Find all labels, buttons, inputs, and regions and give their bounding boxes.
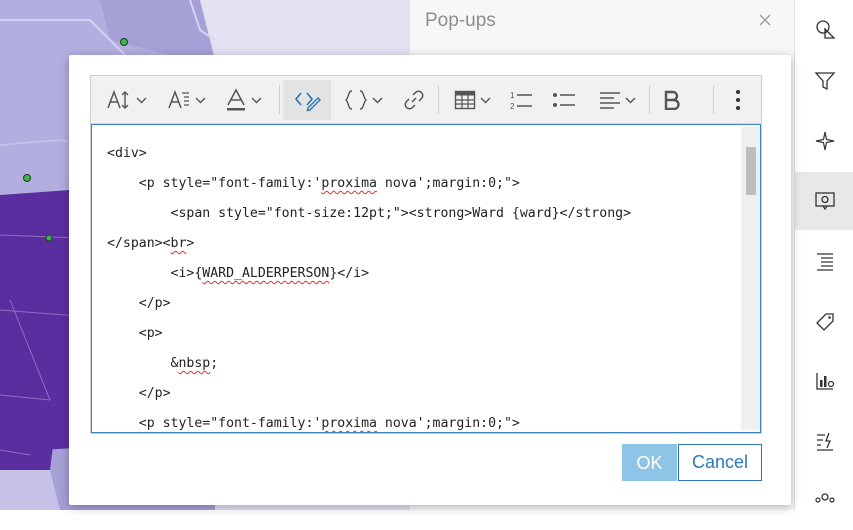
- code-line: <p>: [107, 326, 163, 341]
- more-icon[interactable]: [723, 80, 753, 120]
- label-tag-icon[interactable]: [795, 292, 853, 350]
- chart-settings-icon[interactable]: [795, 352, 853, 410]
- code-line: <i>{WARD_ALDERPERSON}</i>: [107, 266, 370, 281]
- sparkle-icon[interactable]: [795, 112, 853, 170]
- numbered-list-icon[interactable]: 12: [505, 80, 537, 120]
- editor-toolbar: 12: [91, 76, 761, 124]
- rich-text-editor: 12 <div> <p style="font-family:'proxima …: [90, 75, 762, 434]
- link-icon[interactable]: [396, 80, 432, 120]
- field-effects-icon[interactable]: [795, 412, 853, 470]
- heading-icon[interactable]: [163, 80, 209, 120]
- source-edit-icon[interactable]: [283, 80, 331, 120]
- scroll-thumb[interactable]: [746, 147, 756, 195]
- code-line: <p style="font-family:'proxima nova';mar…: [107, 176, 520, 191]
- svg-text:2: 2: [510, 102, 515, 111]
- code-line: </span><br>: [107, 236, 195, 251]
- font-color-icon[interactable]: [221, 80, 265, 120]
- scrollbar[interactable]: [741, 127, 760, 430]
- insert-expression-icon[interactable]: [339, 80, 387, 120]
- html-source-textarea[interactable]: <div> <p style="font-family:'proxima nov…: [91, 124, 761, 433]
- panel-title: Pop-ups: [425, 10, 496, 31]
- code-line: &nbsp;: [107, 356, 219, 371]
- list-settings-icon[interactable]: [795, 232, 853, 290]
- cancel-button[interactable]: Cancel: [678, 444, 762, 481]
- filter-icon[interactable]: [795, 52, 853, 110]
- code-line: <div>: [107, 146, 147, 161]
- align-icon[interactable]: [593, 80, 641, 120]
- code-line: </p>: [107, 386, 171, 401]
- font-size-icon[interactable]: [101, 80, 151, 120]
- close-icon[interactable]: [755, 10, 775, 32]
- code-line: </p>: [107, 296, 171, 311]
- bulleted-list-icon[interactable]: [547, 80, 581, 120]
- bold-icon[interactable]: [657, 80, 687, 120]
- html-editor-dialog: 12 <div> <p style="font-family:'proxima …: [69, 55, 791, 505]
- group-icon[interactable]: [795, 472, 853, 530]
- code-line: <span style="font-size:12pt;"><strong>Wa…: [107, 206, 632, 221]
- right-toolbar: [794, 0, 853, 510]
- ok-button[interactable]: OK: [622, 444, 677, 481]
- popup-config-icon[interactable]: [795, 172, 853, 230]
- svg-text:1: 1: [510, 91, 515, 100]
- table-icon[interactable]: [447, 80, 497, 120]
- code-line: <p style="font-family:'proxima nova';mar…: [107, 416, 520, 431]
- shapes-icon[interactable]: [795, 0, 853, 58]
